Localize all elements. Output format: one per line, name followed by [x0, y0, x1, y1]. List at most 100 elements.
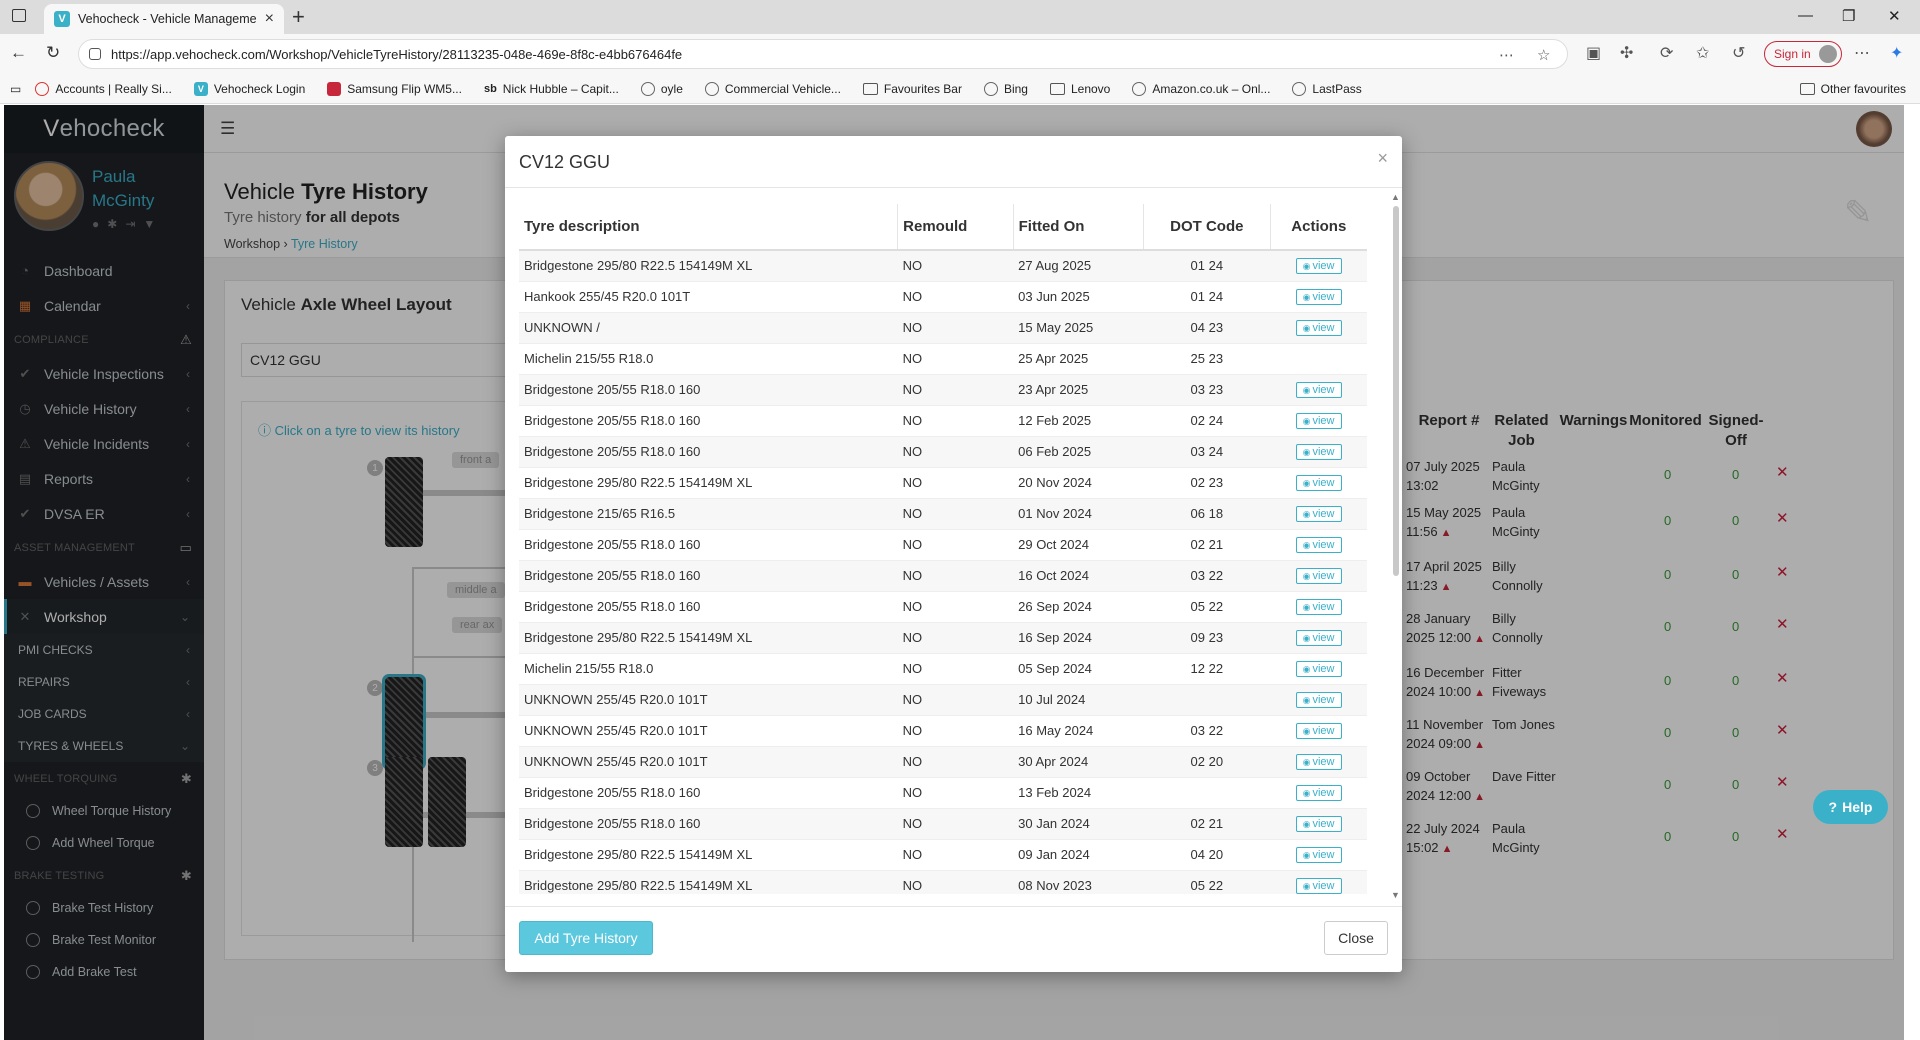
cell-dot-code: 05 22: [1143, 590, 1271, 622]
eye-icon: ◉: [1302, 819, 1311, 829]
eye-icon: ◉: [1302, 478, 1311, 488]
cell-description: Michelin 215/55 R18.0: [519, 342, 898, 374]
close-tab-icon[interactable]: ×: [265, 10, 274, 28]
view-button[interactable]: ◉ view: [1295, 816, 1342, 832]
folder-icon: [862, 82, 878, 95]
view-label: view: [1312, 725, 1335, 737]
cell-remould: NO: [897, 373, 1014, 405]
table-row: Bridgestone 295/80 R22.5 154149M XL NO 09 …: [519, 838, 1367, 870]
cell-remould: NO: [897, 435, 1014, 467]
view-button[interactable]: ◉ view: [1295, 413, 1342, 429]
browser-tab[interactable]: V Vehocheck - Vehicle Managemen ×: [44, 4, 284, 34]
cell-fitted-on: 08 Nov 2023: [1013, 869, 1144, 894]
view-button[interactable]: ◉ view: [1295, 382, 1342, 398]
close-button[interactable]: Close: [1324, 921, 1388, 955]
view-button[interactable]: ◉ view: [1295, 847, 1342, 863]
bookmark-item[interactable]: Samsung Flip WM5...: [327, 81, 462, 96]
sign-in-button[interactable]: Sign in: [1764, 41, 1842, 67]
sync-icon[interactable]: ⟳: [1660, 43, 1673, 63]
cell-fitted-on: 10 Jul 2024: [1013, 683, 1144, 715]
cell-actions: ◉ view: [1270, 714, 1367, 746]
bookmarks-bar: ▭ Accounts | Really Si... V Vehocheck Log…: [0, 74, 1920, 104]
view-button[interactable]: ◉ view: [1295, 878, 1342, 894]
history-icon[interactable]: ↺: [1732, 43, 1745, 63]
close-icon[interactable]: ×: [1377, 148, 1388, 169]
bookmark-item[interactable]: Commercial Vehicle...: [704, 81, 841, 96]
view-button[interactable]: ◉ view: [1295, 537, 1342, 553]
view-button[interactable]: ◉ view: [1295, 661, 1342, 677]
view-button[interactable]: ◉ view: [1295, 506, 1342, 522]
add-tyre-history-button[interactable]: Add Tyre History: [519, 921, 653, 955]
cell-dot-code: 03 23: [1143, 373, 1271, 405]
site-info-icon[interactable]: [89, 48, 101, 60]
refresh-icon[interactable]: ↻: [46, 43, 60, 63]
view-button[interactable]: ◉ view: [1295, 599, 1342, 615]
eye-icon: ◉: [1302, 664, 1311, 674]
view-button[interactable]: ◉ view: [1295, 289, 1342, 305]
bookmark-item[interactable]: Bing: [983, 81, 1028, 96]
help-button[interactable]: ? Help: [1813, 790, 1888, 824]
scrollbar-thumb[interactable]: [1393, 206, 1399, 576]
close-window-icon[interactable]: ✕: [1888, 7, 1901, 25]
modal-scrollbar[interactable]: ▲ ▼: [1390, 192, 1402, 900]
view-button[interactable]: ◉ view: [1295, 723, 1342, 739]
folder-icon: [1049, 82, 1065, 95]
scroll-up-icon[interactable]: ▲: [1391, 192, 1400, 202]
reading-list-icon[interactable]: ▭: [10, 82, 21, 96]
more-menu-icon[interactable]: ⋯: [1854, 43, 1870, 63]
table-row: Bridgestone 205/55 R18.0 160 NO 13 Feb 202…: [519, 776, 1367, 808]
cell-description: Bridgestone 205/55 R18.0 160: [519, 776, 898, 808]
bookmark-item[interactable]: Amazon.co.uk – Onl...: [1132, 81, 1270, 96]
table-row: Bridgestone 205/55 R18.0 160 NO 26 Sep 202…: [519, 590, 1367, 622]
cell-actions: ◉ view: [1270, 869, 1367, 894]
favourites-icon[interactable]: ✩: [1696, 43, 1709, 63]
favourite-star-icon[interactable]: ☆: [1537, 46, 1550, 64]
view-label: view: [1312, 446, 1335, 458]
table-row: Bridgestone 205/55 R18.0 160 NO 29 Oct 202…: [519, 528, 1367, 560]
view-button[interactable]: ◉ view: [1295, 444, 1342, 460]
cell-description: UNKNOWN 255/45 R20.0 101T: [519, 745, 898, 777]
back-icon[interactable]: ←: [10, 43, 27, 63]
cell-description: UNKNOWN /: [519, 311, 898, 343]
view-button[interactable]: ◉ view: [1295, 568, 1342, 584]
bookmark-label: Samsung Flip WM5...: [347, 81, 462, 96]
view-button[interactable]: ◉ view: [1295, 475, 1342, 491]
restore-icon[interactable]: ❐: [1842, 7, 1855, 25]
extension-icon[interactable]: ▣: [1586, 43, 1601, 63]
cell-actions: ◉ view: [1270, 280, 1367, 312]
bookmark-item[interactable]: LastPass: [1292, 81, 1362, 96]
col-header-fitted-on: Fitted On: [1013, 204, 1144, 251]
address-bar-row: ← ↻ https://app.vehocheck.com/Workshop/V…: [0, 34, 1920, 74]
bookmark-item[interactable]: oyle: [640, 81, 683, 96]
cell-fitted-on: 06 Feb 2025: [1013, 435, 1144, 467]
view-button[interactable]: ◉ view: [1295, 785, 1342, 801]
bookmark-item[interactable]: V Vehocheck Login: [193, 81, 306, 96]
url-field[interactable]: https://app.vehocheck.com/Workshop/Vehic…: [78, 39, 1568, 69]
copilot-icon[interactable]: ✦: [1890, 43, 1903, 63]
view-button[interactable]: ◉ view: [1295, 630, 1342, 646]
view-label: view: [1312, 260, 1335, 273]
minimize-icon[interactable]: —: [1798, 7, 1813, 24]
bookmark-label: Vehocheck Login: [213, 81, 306, 96]
view-button[interactable]: ◉ view: [1295, 258, 1342, 275]
view-button[interactable]: ◉ view: [1295, 692, 1342, 708]
scroll-down-icon[interactable]: ▼: [1391, 890, 1400, 900]
view-button[interactable]: ◉ view: [1295, 320, 1342, 336]
other-favourites[interactable]: Other favourites: [1799, 82, 1906, 96]
reader-icon[interactable]: ⋯: [1499, 46, 1514, 64]
table-header-row: Tyre description Remould Fitted On DOT C…: [519, 204, 1367, 251]
view-button[interactable]: ◉ view: [1295, 754, 1342, 770]
table-row: Bridgestone 205/55 R18.0 160 NO 06 Feb 202…: [519, 435, 1367, 467]
sb-favicon-icon: sb: [483, 82, 497, 95]
bookmark-folder[interactable]: Lenovo: [1049, 82, 1110, 96]
vehocheck-favicon-icon: V: [193, 81, 208, 96]
bookmark-item[interactable]: Accounts | Really Si...: [35, 81, 172, 96]
window-menu-icon[interactable]: [12, 9, 26, 22]
cell-fitted-on: 09 Jan 2024: [1013, 838, 1144, 870]
bookmark-folder[interactable]: Favourites Bar: [862, 82, 962, 96]
view-label: view: [1312, 508, 1335, 520]
new-tab-icon[interactable]: +: [292, 4, 305, 30]
puzzle-icon[interactable]: ✣: [1620, 43, 1633, 63]
globe-icon: [983, 81, 998, 96]
bookmark-item[interactable]: sb Nick Hubble – Capit...: [484, 82, 619, 96]
